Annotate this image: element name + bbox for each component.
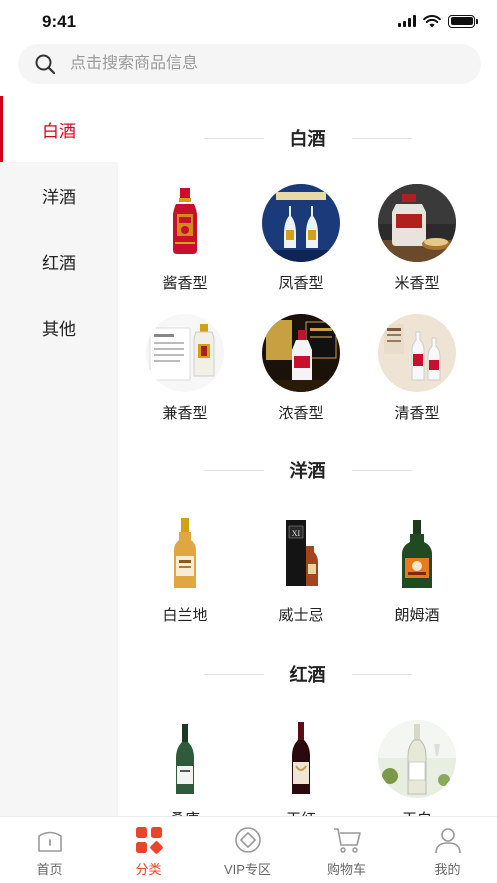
sidebar-item-label: 其他	[42, 319, 76, 339]
search-bar[interactable]	[18, 44, 481, 84]
bottom-tab-bar: 首页 分类 VIP专区 购物车 我的	[0, 816, 497, 883]
home-icon	[38, 831, 62, 852]
sidebar-item-baijiu[interactable]: 白酒	[0, 96, 118, 162]
product-jianxiang[interactable]: 兼香型	[130, 314, 240, 434]
qingxiang-bottles-icon	[378, 314, 456, 392]
category-content: 白酒 酱香型 凤香型 米香型 兼香型 浓香型 清香型 洋酒 白兰地 XI 威士忌…	[118, 96, 497, 816]
product-label: 凤香型	[278, 275, 324, 292]
sidebar-item-yangjiu[interactable]: 洋酒	[0, 162, 118, 228]
product-label: 干白	[362, 808, 472, 816]
tab-cart[interactable]: 购物车	[297, 817, 396, 883]
product-ganbai[interactable]: 干白	[362, 720, 472, 816]
product-label: 朗姆酒	[394, 607, 440, 624]
tab-vip[interactable]: VIP专区	[198, 817, 297, 883]
product-label: 兼香型	[162, 405, 208, 422]
rum-bottle-icon	[378, 516, 456, 594]
category-icon	[136, 827, 163, 854]
product-label: 干红	[246, 808, 356, 816]
product-label: 米香型	[394, 275, 440, 292]
wine-bottle-white-icon	[378, 720, 456, 798]
product-label: 桑康	[130, 808, 240, 816]
mixiang-jar-icon	[378, 184, 456, 262]
product-label: 浓香型	[278, 405, 324, 422]
category-sidebar: 白酒 洋酒 红酒 其他	[0, 96, 118, 816]
svg-text:XI: XI	[292, 529, 301, 538]
product-ganhong[interactable]: 干红	[246, 720, 356, 816]
product-label: 白兰地	[162, 607, 208, 624]
fengxiang-bottles-icon	[262, 184, 340, 262]
red-baijiu-bottle-icon	[146, 184, 224, 262]
tab-home[interactable]: 首页	[0, 817, 99, 883]
product-qingxiang[interactable]: 清香型	[362, 314, 472, 434]
product-label: 清香型	[394, 405, 440, 422]
status-bar: 9:41	[0, 0, 497, 44]
whisky-box-icon: XI	[262, 516, 340, 594]
sidebar-item-qita[interactable]: 其他	[0, 294, 118, 360]
section-title-baijiu: 白酒	[118, 126, 497, 150]
product-rum[interactable]: 朗姆酒	[362, 516, 472, 636]
wine-bottle-red-icon	[262, 720, 340, 798]
status-time: 9:41	[42, 12, 77, 31]
product-sangkang[interactable]: 桑康	[130, 720, 240, 816]
section-title-yangjiu: 洋酒	[118, 458, 497, 482]
product-whisky[interactable]: XI 威士忌	[246, 516, 356, 636]
jianxiang-box-icon	[146, 314, 224, 392]
signal-icon	[398, 15, 416, 27]
cart-icon	[334, 828, 361, 853]
tab-category[interactable]: 分类	[99, 817, 198, 883]
product-brandy[interactable]: 白兰地	[130, 516, 240, 636]
section-title-hongjiu: 红酒	[118, 662, 497, 686]
product-jiangxiang[interactable]: 酱香型	[130, 184, 240, 304]
product-mixiang[interactable]: 米香型	[362, 184, 472, 304]
brandy-bottle-icon	[146, 516, 224, 594]
search-input[interactable]	[70, 44, 460, 84]
sidebar-item-hongjiu[interactable]: 红酒	[0, 228, 118, 294]
sidebar-item-label: 红酒	[42, 253, 76, 273]
tab-profile[interactable]: 我的	[398, 817, 497, 883]
vip-icon	[235, 827, 261, 853]
product-label: 威士忌	[278, 607, 324, 624]
status-icons	[398, 14, 478, 28]
sidebar-item-label: 洋酒	[42, 187, 76, 207]
wine-bottle-green-icon	[146, 720, 224, 798]
product-fengxiang[interactable]: 凤香型	[246, 184, 356, 304]
sidebar-item-label: 白酒	[42, 121, 76, 141]
search-icon	[35, 54, 56, 75]
nongxiang-bottle-icon	[262, 314, 340, 392]
profile-icon	[435, 828, 461, 854]
wifi-icon	[423, 14, 441, 27]
product-label: 酱香型	[162, 275, 208, 292]
product-nongxiang[interactable]: 浓香型	[246, 314, 356, 434]
battery-icon	[448, 14, 478, 28]
